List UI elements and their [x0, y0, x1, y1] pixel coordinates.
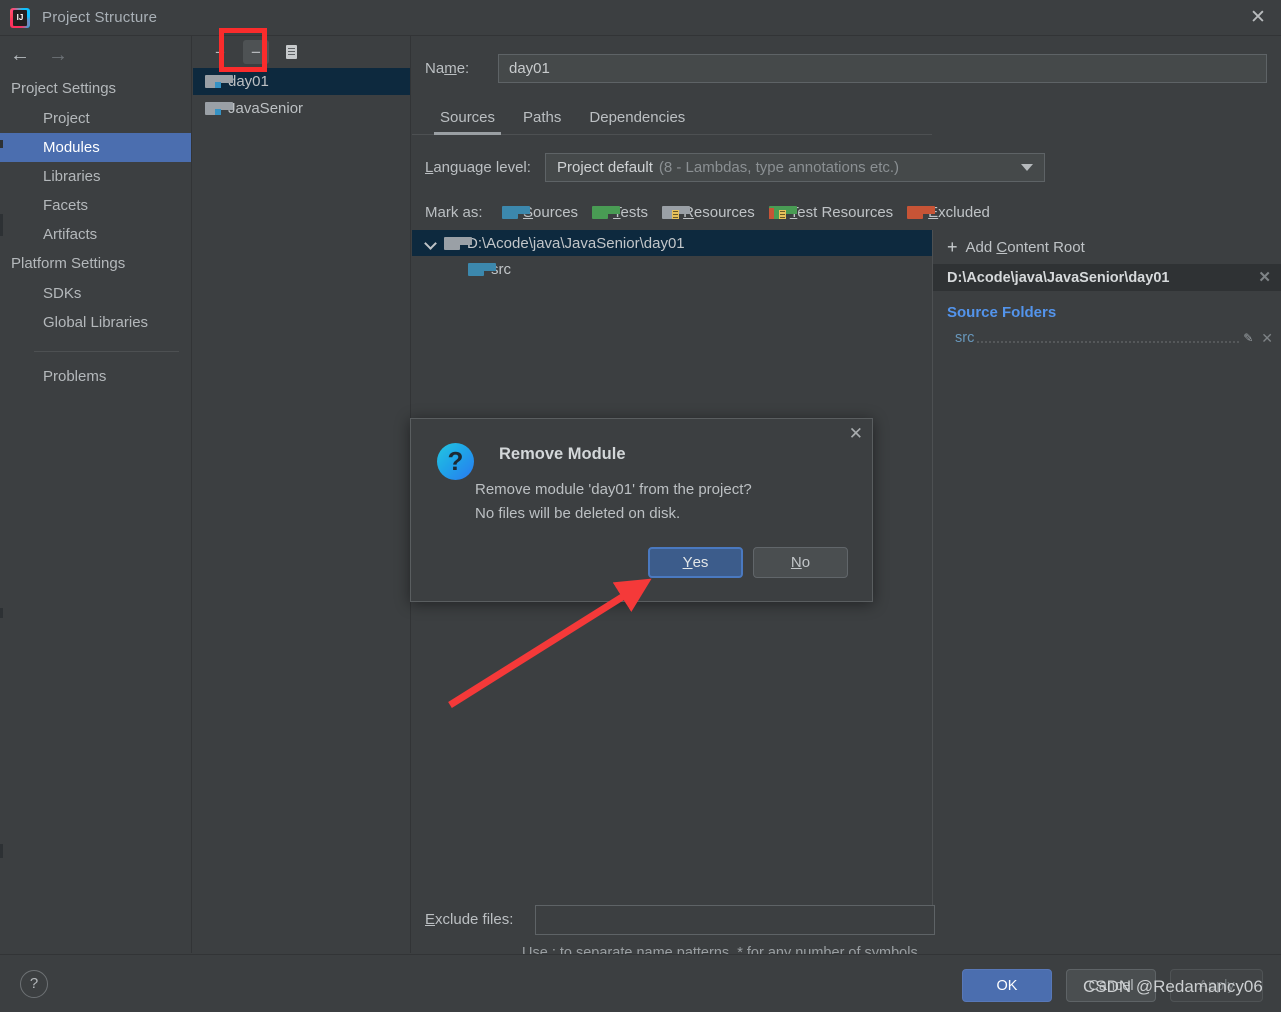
mark-as-sources-label: Sources — [523, 203, 579, 221]
mark-as-tests-button[interactable]: Tests — [592, 204, 648, 221]
module-list-item-day01[interactable]: day01 — [193, 68, 410, 95]
mark-as-sources-button[interactable]: Sources — [502, 204, 578, 221]
language-level-detail: (8 - Lambdas, type annotations etc.) — [658, 158, 900, 176]
mark-as-label: Mark as: — [425, 203, 483, 221]
module-list-panel: + − day01 JavaSenior — [193, 36, 411, 953]
pencil-icon[interactable]: ✎ — [1243, 331, 1253, 345]
language-level-label: Language level: — [425, 158, 531, 176]
folder-sources-icon — [468, 262, 496, 276]
language-level-value: Project default — [557, 158, 653, 176]
chevron-down-icon — [1021, 164, 1033, 171]
window-title: Project Structure — [42, 9, 158, 26]
no-button[interactable]: No — [753, 547, 848, 578]
mark-as-excluded-label: Excluded — [928, 203, 990, 221]
dialog-title: Remove Module — [499, 445, 626, 463]
sidebar-item-libraries[interactable]: Libraries — [0, 162, 191, 191]
module-name-label: Name: — [425, 59, 470, 77]
sidebar-edge-marker — [0, 140, 3, 148]
arrow-right-icon[interactable]: → — [48, 45, 68, 65]
sidebar-edge-marker — [0, 844, 3, 858]
folder-tests-icon — [592, 205, 621, 219]
tab-sources[interactable]: Sources — [426, 109, 509, 135]
tree-row-label: D:\Acode\java\JavaSenior\day01 — [467, 234, 685, 252]
folder-resources-icon — [662, 205, 691, 219]
intellij-idea-logo-icon — [10, 7, 30, 28]
plus-icon: + — [947, 237, 958, 257]
sidebar-item-problems[interactable]: Problems — [0, 362, 191, 391]
module-list-item-label: day01 — [228, 73, 269, 90]
close-icon[interactable]: ✕ — [1235, 0, 1281, 35]
content-root-details: + Add Content Root D:\Acode\java\JavaSen… — [933, 230, 1281, 905]
close-icon[interactable]: ✕ — [1261, 330, 1273, 347]
folder-icon — [444, 236, 472, 250]
ok-button[interactable]: OK — [962, 969, 1052, 1002]
module-name-row: Name: day01 — [412, 53, 1281, 83]
folder-sources-icon — [502, 205, 530, 219]
mark-as-excluded-button[interactable]: Excluded — [907, 204, 990, 221]
project-structure-window: Project Structure ✕ ← → Project Settings… — [0, 0, 1281, 1012]
sidebar-item-project[interactable]: Project — [0, 104, 191, 133]
watermark: CSDN @Redamancy06 — [1083, 977, 1263, 996]
annotation-arrow — [448, 578, 652, 708]
settings-sidebar: ← → Project Settings Project Modules Lib… — [0, 36, 192, 953]
module-list-item-label: JavaSenior — [228, 100, 304, 117]
content-root-path-header: D:\Acode\java\JavaSenior\day01 ✕ — [933, 264, 1281, 291]
tab-paths[interactable]: Paths — [509, 109, 575, 134]
question-mark-icon: ? — [437, 443, 474, 480]
annotation-highlight-box — [219, 28, 267, 72]
sidebar-item-sdks[interactable]: SDKs — [0, 279, 191, 308]
close-icon[interactable]: ✕ — [849, 425, 863, 442]
mark-as-resources-label: Resources — [683, 203, 755, 221]
sidebar-item-artifacts[interactable]: Artifacts — [0, 220, 191, 249]
folder-test-resources-icon — [768, 205, 797, 219]
copy-icon[interactable] — [279, 40, 305, 64]
sidebar-item-facets[interactable]: Facets — [0, 191, 191, 220]
module-tabs: Sources Paths Dependencies — [412, 100, 932, 135]
title-bar: Project Structure ✕ — [0, 0, 1281, 36]
navigation-arrows: ← → — [0, 36, 191, 74]
tab-dependencies[interactable]: Dependencies — [575, 109, 699, 134]
sidebar-item-modules[interactable]: Modules — [0, 133, 191, 162]
sidebar-edge-marker — [0, 214, 3, 236]
tree-row-content-root[interactable]: D:\Acode\java\JavaSenior\day01 — [412, 230, 932, 256]
dialog-message-line1: Remove module 'day01' from the project? — [475, 481, 752, 498]
sidebar-item-global-libraries[interactable]: Global Libraries — [0, 308, 191, 337]
language-level-row: Language level: Project default (8 - Lam… — [412, 152, 1281, 182]
source-folder-row-src[interactable]: src ✎ ✕ — [933, 327, 1281, 349]
exclude-files-row: Exclude files: — [412, 905, 1281, 935]
add-content-root-label: Add Content Root — [965, 238, 1085, 256]
source-folder-label: src — [955, 330, 975, 346]
dotted-leader — [976, 333, 1240, 343]
folder-excluded-icon — [907, 205, 936, 219]
close-icon[interactable]: ✕ — [1258, 268, 1271, 286]
chevron-down-icon[interactable] — [426, 238, 437, 249]
language-level-select[interactable]: Project default (8 - Lambdas, type annot… — [545, 152, 1045, 182]
sidebar-group-platform-settings: Platform Settings — [11, 255, 126, 272]
mark-as-resources-button[interactable]: Resources — [662, 204, 755, 221]
module-name-input[interactable]: day01 — [498, 53, 1267, 83]
sidebar-edge-marker — [0, 608, 3, 618]
mark-as-test-resources-button[interactable]: Test Resources — [768, 203, 894, 221]
dialog-message-line2: No files will be deleted on disk. — [475, 505, 681, 522]
source-folders-header: Source Folders — [947, 304, 1057, 321]
exclude-files-input[interactable] — [535, 905, 935, 935]
mark-as-row: Mark as: Sources Tests Resources — [412, 198, 1281, 226]
sidebar-group-project-settings: Project Settings — [11, 80, 117, 97]
content-root-path-label: D:\Acode\java\JavaSenior\day01 — [947, 269, 1170, 286]
module-icon — [205, 75, 233, 88]
exclude-files-label: Exclude files: — [425, 911, 514, 928]
help-icon[interactable]: ? — [20, 970, 48, 998]
add-content-root-button[interactable]: + Add Content Root — [933, 230, 1281, 264]
module-list-item-javasenior[interactable]: JavaSenior — [193, 95, 410, 122]
module-icon — [205, 102, 233, 115]
tree-row-src[interactable]: src — [412, 256, 932, 282]
arrow-left-icon[interactable]: ← — [10, 45, 30, 65]
dialog-message: Remove module 'day01' from the project? … — [475, 478, 855, 526]
sidebar-divider — [34, 351, 179, 352]
mark-as-test-resources-label: Test Resources — [790, 203, 894, 221]
